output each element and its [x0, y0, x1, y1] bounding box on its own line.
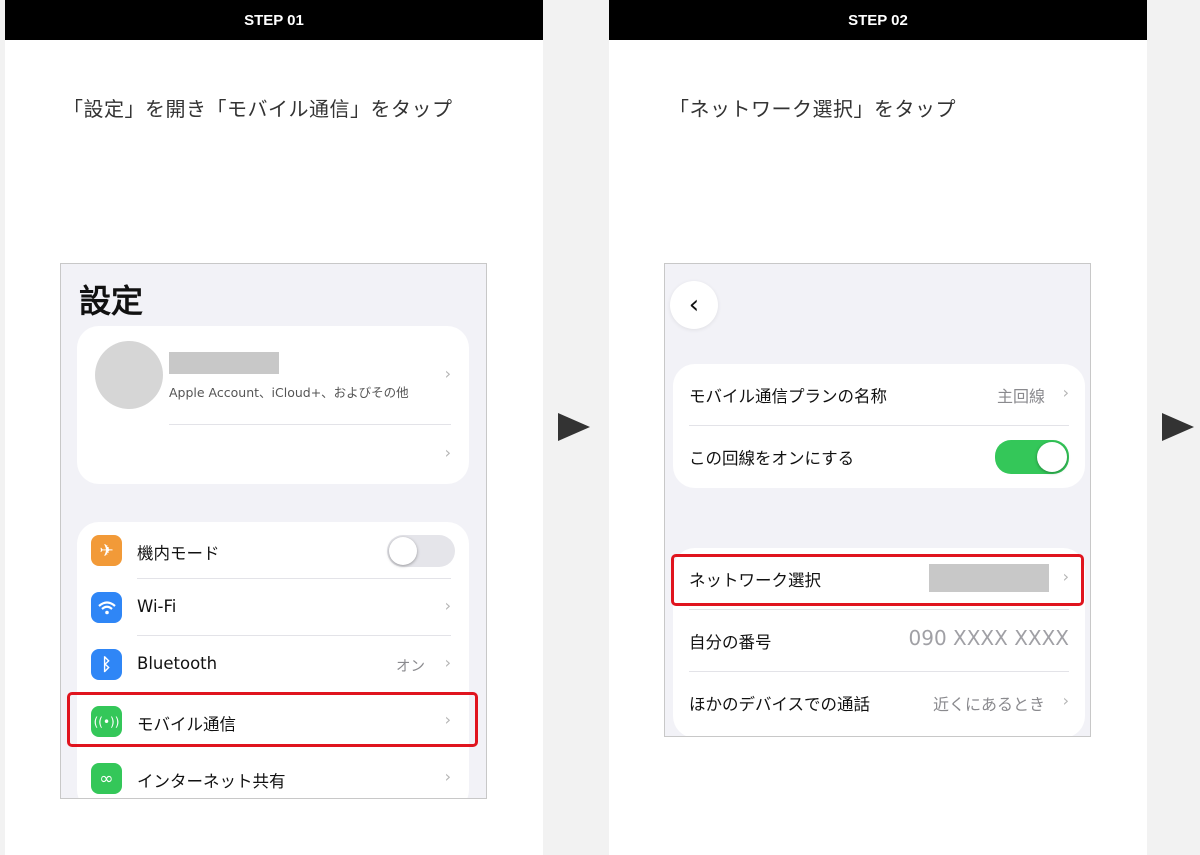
- bluetooth-icon: ᛒ: [91, 649, 122, 680]
- plan-card: モバイル通信プランの名称 主回線 › この回線をオンにする: [673, 364, 1085, 488]
- line-on-toggle[interactable]: [995, 440, 1069, 474]
- settings-row-hotspot[interactable]: ∞ インターネット共有 ›: [77, 750, 469, 798]
- row-label: Wi-Fi: [137, 597, 177, 616]
- step-01-instruction: 「設定」を開き「モバイル通信」をタップ: [63, 97, 453, 121]
- account-name-redacted: [169, 352, 279, 374]
- mobile-data-screenshot: ‹ モバイル通信プランの名称 主回線 › この回線をオンにする ネットワーク選択…: [664, 263, 1091, 737]
- settings-row-wifi[interactable]: Wi-Fi ›: [77, 579, 469, 636]
- chevron-right-icon: ›: [444, 596, 451, 615]
- row-value: 近くにあるとき: [932, 695, 1045, 714]
- next-step-arrow-icon: [558, 413, 590, 441]
- next-step-arrow-icon: [1162, 413, 1194, 441]
- network-selection-highlight: [671, 554, 1084, 606]
- chevron-right-icon: ›: [444, 443, 451, 462]
- row-label: 機内モード: [137, 544, 220, 563]
- row-label: この回線をオンにする: [689, 449, 855, 468]
- airplane-mode-toggle[interactable]: [387, 535, 455, 567]
- row-label: Bluetooth: [137, 654, 218, 673]
- account-subtitle: Apple Account、iCloud+、およびその他: [169, 385, 409, 400]
- chevron-right-icon: ›: [444, 653, 451, 672]
- chevron-right-icon: ›: [444, 767, 451, 786]
- step-01-header: STEP 01: [5, 0, 543, 40]
- chevron-right-icon: ›: [1062, 383, 1069, 402]
- row-value: 主回線: [996, 387, 1045, 406]
- plan-name-row[interactable]: モバイル通信プランの名称 主回線 ›: [673, 364, 1085, 426]
- row-value: オン: [396, 659, 425, 675]
- back-button[interactable]: ‹: [670, 281, 718, 329]
- toggle-knob: [1037, 442, 1067, 472]
- step-02-header: STEP 02: [609, 0, 1147, 40]
- step-01-panel: STEP 01 「設定」を開き「モバイル通信」をタップ 設定 Apple Acc…: [5, 0, 543, 855]
- settings-list: ✈ 機内モード Wi-Fi › ᛒ Bluetooth オン › ((•)) モ…: [77, 522, 469, 798]
- chevron-right-icon: ›: [1062, 691, 1069, 710]
- avatar: [95, 341, 163, 409]
- settings-screenshot: 設定 Apple Account、iCloud+、およびその他 › › ✈ 機内…: [60, 263, 487, 799]
- my-number-row: 自分の番号 090 XXXX XXXX: [673, 610, 1085, 672]
- mobile-data-highlight: [67, 692, 478, 747]
- link-icon: ∞: [91, 763, 122, 794]
- settings-row-airplane[interactable]: ✈ 機内モード: [77, 522, 469, 579]
- row-value: 090 XXXX XXXX: [908, 626, 1070, 650]
- row-label: インターネット共有: [137, 772, 286, 791]
- account-card[interactable]: Apple Account、iCloud+、およびその他 › ›: [77, 326, 469, 484]
- line-on-row: この回線をオンにする: [673, 426, 1085, 488]
- divider: [169, 424, 451, 425]
- chevron-left-icon: ‹: [688, 290, 700, 320]
- step-02-instruction: 「ネットワーク選択」をタップ: [669, 97, 956, 121]
- row-label: 自分の番号: [689, 633, 772, 652]
- settings-title: 設定: [79, 282, 144, 320]
- calls-on-other-devices-row[interactable]: ほかのデバイスでの通話 近くにあるとき ›: [673, 672, 1085, 734]
- wifi-icon: [91, 592, 122, 623]
- toggle-knob: [389, 537, 417, 565]
- chevron-right-icon: ›: [444, 364, 451, 383]
- row-label: モバイル通信プランの名称: [689, 387, 887, 406]
- settings-row-bluetooth[interactable]: ᛒ Bluetooth オン ›: [77, 636, 469, 693]
- row-label: ほかのデバイスでの通話: [689, 695, 871, 714]
- airplane-icon: ✈: [91, 535, 122, 566]
- step-02-panel: STEP 02 「ネットワーク選択」をタップ ‹ モバイル通信プランの名称 主回…: [609, 0, 1147, 855]
